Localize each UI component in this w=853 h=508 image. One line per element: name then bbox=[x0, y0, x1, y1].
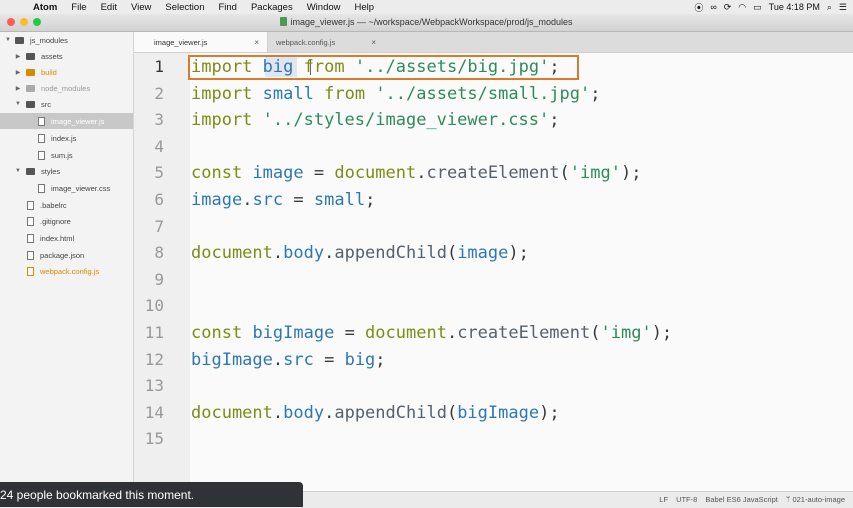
line-number: 5 bbox=[154, 163, 164, 183]
tree-folder-styles[interactable]: ▼ styles bbox=[0, 163, 147, 179]
file-icon bbox=[27, 216, 34, 226]
line-number: 1 bbox=[154, 57, 164, 76]
tree-file-package-json[interactable]: package.json bbox=[0, 247, 133, 263]
tab-image-viewer-js[interactable]: image_viewer.js × bbox=[134, 32, 268, 52]
folder-icon bbox=[15, 36, 24, 44]
code-line[interactable]: import small from '../assets/small.jpg'; bbox=[191, 81, 601, 108]
glasses-icon[interactable]: ∞ bbox=[710, 2, 716, 12]
code-line[interactable]: import '../styles/image_viewer.css'; bbox=[191, 107, 560, 134]
status-grammar[interactable]: Babel ES6 JavaScript bbox=[705, 495, 778, 504]
tree-folder-node-modules[interactable]: ▶ node_modules bbox=[0, 80, 147, 96]
line-number: 12 bbox=[144, 349, 164, 369]
line-number: 6 bbox=[154, 190, 164, 209]
tree-folder-assets[interactable]: ▶ assets bbox=[0, 48, 147, 64]
file-icon bbox=[38, 150, 45, 160]
search-icon[interactable]: ⌕ bbox=[827, 2, 832, 13]
document-icon bbox=[280, 17, 288, 26]
status-encoding[interactable]: UTF-8 bbox=[676, 495, 697, 504]
line-number: 13 bbox=[144, 376, 164, 396]
tab-webpack-config-js[interactable]: webpack.config.js × bbox=[268, 32, 384, 52]
window-title-bar: image_viewer.js — ~/workspace/WebpackWor… bbox=[0, 14, 853, 32]
tree-file-gitignore[interactable]: .gitignore bbox=[0, 213, 133, 229]
status-branch[interactable]: ᛘ 021-auto-image bbox=[786, 495, 845, 504]
tree-file-image-viewer-css[interactable]: image_viewer.css bbox=[0, 180, 133, 196]
line-number: 10 bbox=[144, 296, 164, 316]
battery-icon[interactable]: ▭ bbox=[753, 2, 762, 13]
code-line[interactable]: const bigImage = document.createElement(… bbox=[191, 320, 672, 347]
tree-view: ▼ js_modules ▶ assets ▶ build ▶ node_mod… bbox=[0, 32, 134, 492]
line-number: 8 bbox=[154, 243, 164, 263]
menu-edit[interactable]: Edit bbox=[94, 2, 124, 13]
tree-file-index-js[interactable]: index.js bbox=[0, 130, 133, 146]
menu-app[interactable]: Atom bbox=[26, 2, 64, 13]
tree-root[interactable]: ▼ js_modules bbox=[0, 32, 137, 48]
tree-file-index-html[interactable]: index.html bbox=[0, 230, 133, 246]
line-number: 9 bbox=[154, 269, 164, 289]
tree-folder-build[interactable]: ▶ build bbox=[0, 64, 147, 80]
tree-file-webpack-config-js[interactable]: webpack.config.js bbox=[0, 263, 133, 279]
line-number-gutter: 1 2 3 4 5 6 7 8 9 10 11 12 13 14 15 bbox=[134, 53, 190, 491]
menu-bar: Atom File Edit View Selection Find Packa… bbox=[0, 0, 853, 14]
tree-file-sum-js[interactable]: sum.js bbox=[0, 147, 133, 163]
code-line[interactable]: document.body.appendChild(image); bbox=[191, 240, 529, 267]
folder-icon bbox=[26, 100, 35, 108]
folder-icon bbox=[26, 84, 35, 92]
close-icon[interactable]: × bbox=[371, 38, 376, 47]
bookmark-toast: 24 people bookmarked this moment. bbox=[0, 482, 303, 507]
menu-window[interactable]: Window bbox=[300, 2, 348, 13]
window-title: image_viewer.js — ~/workspace/WebpackWor… bbox=[0, 17, 853, 27]
line-number: 11 bbox=[144, 323, 164, 342]
git-branch-icon: ᛘ bbox=[785, 495, 791, 504]
file-icon bbox=[27, 200, 34, 210]
code-editor[interactable]: 1 2 3 4 5 6 7 8 9 10 11 12 13 14 15 impo… bbox=[134, 53, 853, 491]
tab-bar: image_viewer.js × webpack.config.js × bbox=[134, 32, 853, 53]
clock[interactable]: Tue 4:18 PM bbox=[769, 2, 820, 12]
line-number: 7 bbox=[154, 216, 164, 236]
file-icon bbox=[38, 116, 45, 126]
folder-icon bbox=[26, 167, 35, 175]
line-number: 3 bbox=[154, 110, 164, 130]
menu-file[interactable]: File bbox=[64, 2, 93, 13]
menu-packages[interactable]: Packages bbox=[244, 2, 300, 13]
folder-icon bbox=[26, 52, 35, 60]
line-number: 4 bbox=[154, 136, 164, 156]
chevron-down-icon: ▼ bbox=[15, 101, 21, 107]
file-icon bbox=[27, 233, 34, 243]
folder-icon bbox=[26, 68, 35, 76]
wifi-icon[interactable]: ◠ bbox=[738, 2, 746, 13]
menu-selection[interactable]: Selection bbox=[158, 2, 211, 13]
sync-icon[interactable]: ⟳ bbox=[724, 2, 732, 13]
line-number: 2 bbox=[154, 83, 164, 103]
code-line[interactable]: import big from '../assets/big.jpg'; bbox=[191, 54, 560, 81]
chevron-down-icon: ▼ bbox=[15, 168, 21, 174]
code-line[interactable]: bigImage.src = big; bbox=[191, 347, 386, 374]
tree-folder-src[interactable]: ▼ src bbox=[0, 96, 147, 112]
file-icon bbox=[38, 183, 45, 193]
chevron-right-icon: ▶ bbox=[15, 53, 21, 60]
code-line[interactable]: const image = document.createElement('im… bbox=[191, 160, 641, 187]
menu-list-icon[interactable]: ☰ bbox=[839, 2, 847, 13]
tree-file-babelrc[interactable]: .babelrc bbox=[0, 197, 133, 213]
chevron-down-icon: ▼ bbox=[5, 37, 11, 43]
toast-text: 24 people bookmarked this moment. bbox=[0, 487, 195, 502]
menu-help[interactable]: Help bbox=[348, 2, 382, 13]
close-icon[interactable]: × bbox=[254, 38, 259, 47]
record-icon[interactable]: ⦿ bbox=[694, 1, 703, 14]
line-number: 14 bbox=[144, 402, 164, 422]
file-icon bbox=[27, 250, 34, 260]
code-line[interactable]: image.src = small; bbox=[191, 187, 375, 214]
chevron-right-icon: ▶ bbox=[15, 69, 21, 76]
file-icon bbox=[38, 133, 45, 143]
chevron-right-icon: ▶ bbox=[15, 85, 21, 92]
code-line[interactable]: document.body.appendChild(bigImage); bbox=[191, 400, 560, 427]
menu-find[interactable]: Find bbox=[211, 2, 243, 13]
file-icon bbox=[27, 266, 34, 276]
menu-view[interactable]: View bbox=[124, 2, 158, 13]
line-number: 15 bbox=[144, 429, 164, 449]
status-line-ending[interactable]: LF bbox=[659, 495, 668, 504]
tree-file-image-viewer-js[interactable]: image_viewer.js bbox=[0, 113, 133, 129]
